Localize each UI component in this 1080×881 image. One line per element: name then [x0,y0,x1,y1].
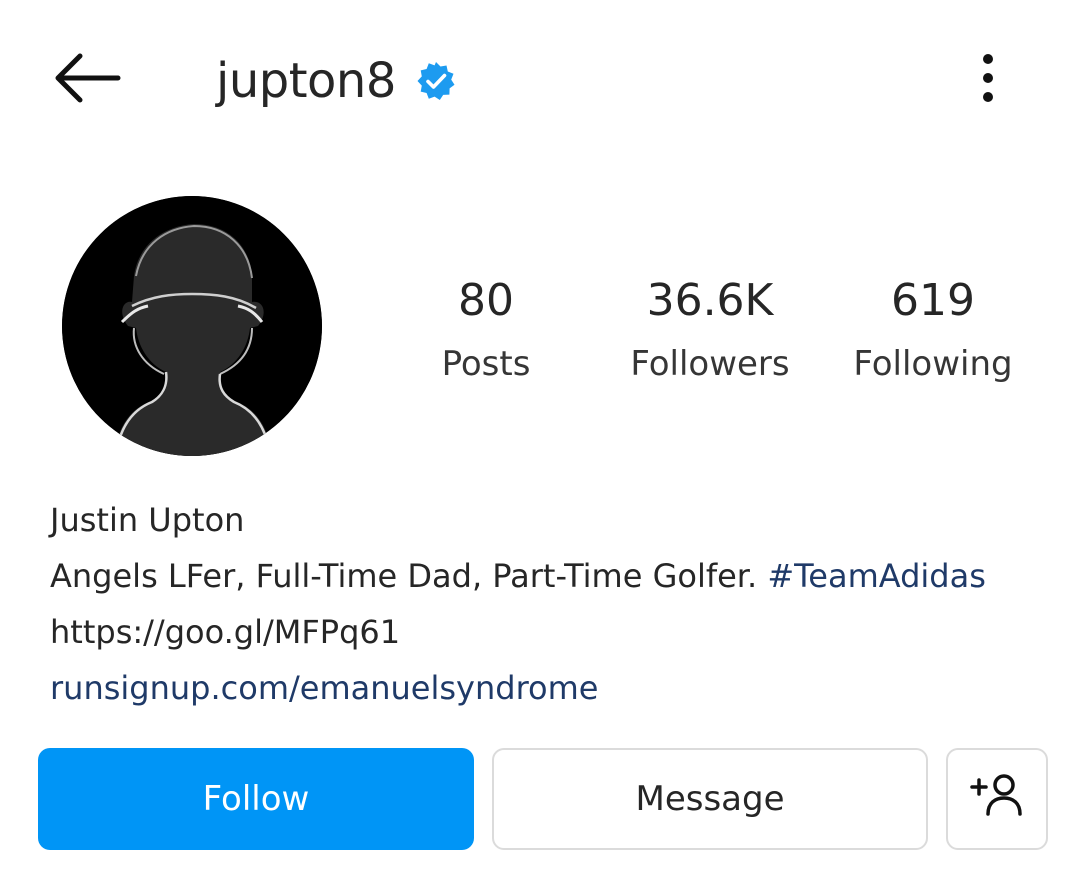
follow-button-label: Follow [202,779,310,819]
add-person-icon [968,773,1026,826]
header-title: jupton8 [216,46,456,116]
more-vertical-icon [982,53,994,107]
followers-label: Followers [630,344,790,384]
followers-count: 36.6K [646,275,774,326]
suggested-accounts-button[interactable] [946,748,1048,850]
more-options-button[interactable] [960,44,1016,116]
profile-page: jupton8 80 Posts 36.6K Followers 619 Fol… [0,0,1080,881]
posts-label: Posts [441,344,531,384]
bio-link-2[interactable]: runsignup.com/emanuelsyndrome [50,660,1050,716]
avatar[interactable] [62,196,322,456]
message-button[interactable]: Message [492,748,928,850]
posts-count: 80 [458,275,514,326]
bio-text: Angels LFer, Full-Time Dad, Part-Time Go… [50,557,758,595]
back-button[interactable] [44,44,128,116]
bio-link-1[interactable]: https://goo.gl/MFPq61 [50,604,1050,660]
hashtag-link[interactable]: #TeamAdidas [767,557,986,595]
verified-badge-icon [416,61,456,101]
following-stat[interactable]: 619 Following [833,268,1033,394]
bio-text-line: Angels LFer, Full-Time Dad, Part-Time Go… [50,548,1050,604]
message-button-label: Message [635,779,785,819]
bio: Justin Upton Angels LFer, Full-Time Dad,… [50,492,1050,716]
arrow-left-icon [50,50,122,110]
follow-button[interactable]: Follow [38,748,474,850]
followers-stat[interactable]: 36.6K Followers [610,268,810,394]
posts-stat[interactable]: 80 Posts [386,268,586,394]
username: jupton8 [216,53,396,109]
full-name: Justin Upton [50,501,245,539]
following-count: 619 [891,275,975,326]
following-label: Following [853,344,1013,384]
